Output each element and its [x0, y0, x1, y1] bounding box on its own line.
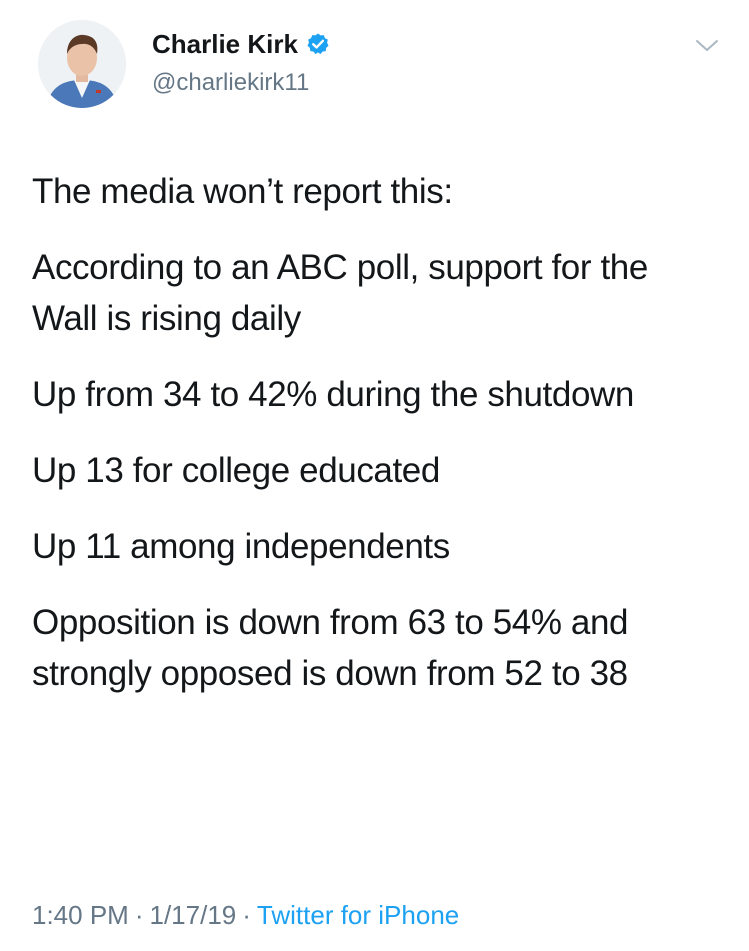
- avatar[interactable]: [38, 20, 126, 108]
- chevron-down-icon[interactable]: [694, 36, 720, 56]
- author-display-name[interactable]: Charlie Kirk: [152, 28, 298, 60]
- tweet-paragraph: Up from 34 to 42% during the shutdown: [32, 375, 634, 414]
- tweet-text: The media won’t report this: According t…: [32, 166, 722, 724]
- tweet-date[interactable]: 1/17/19: [150, 900, 237, 930]
- tweet-time[interactable]: 1:40 PM: [32, 900, 129, 930]
- author-handle[interactable]: @charliekirk11: [152, 68, 309, 98]
- profile-photo-icon: [38, 20, 126, 108]
- meta-separator: ·: [134, 900, 144, 930]
- tweet-paragraph: The media won’t report this:: [32, 172, 453, 211]
- tweet-meta: 1:40 PM · 1/17/19 · Twitter for iPhone: [32, 898, 459, 932]
- tweet-source-link[interactable]: Twitter for iPhone: [257, 900, 459, 930]
- author-name-row[interactable]: Charlie Kirk: [152, 28, 330, 60]
- tweet-card: Charlie Kirk @charliekirk11 The media wo…: [0, 0, 749, 951]
- tweet-paragraph: Up 13 for college educated: [32, 451, 440, 490]
- tweet-paragraph: Up 11 among independents: [32, 527, 450, 566]
- tweet-paragraph: According to an ABC poll, support for th…: [32, 248, 648, 338]
- meta-separator: ·: [242, 900, 251, 930]
- tweet-paragraph: Opposition is down from 63 to 54% and st…: [32, 603, 629, 693]
- verified-badge-icon: [306, 32, 330, 56]
